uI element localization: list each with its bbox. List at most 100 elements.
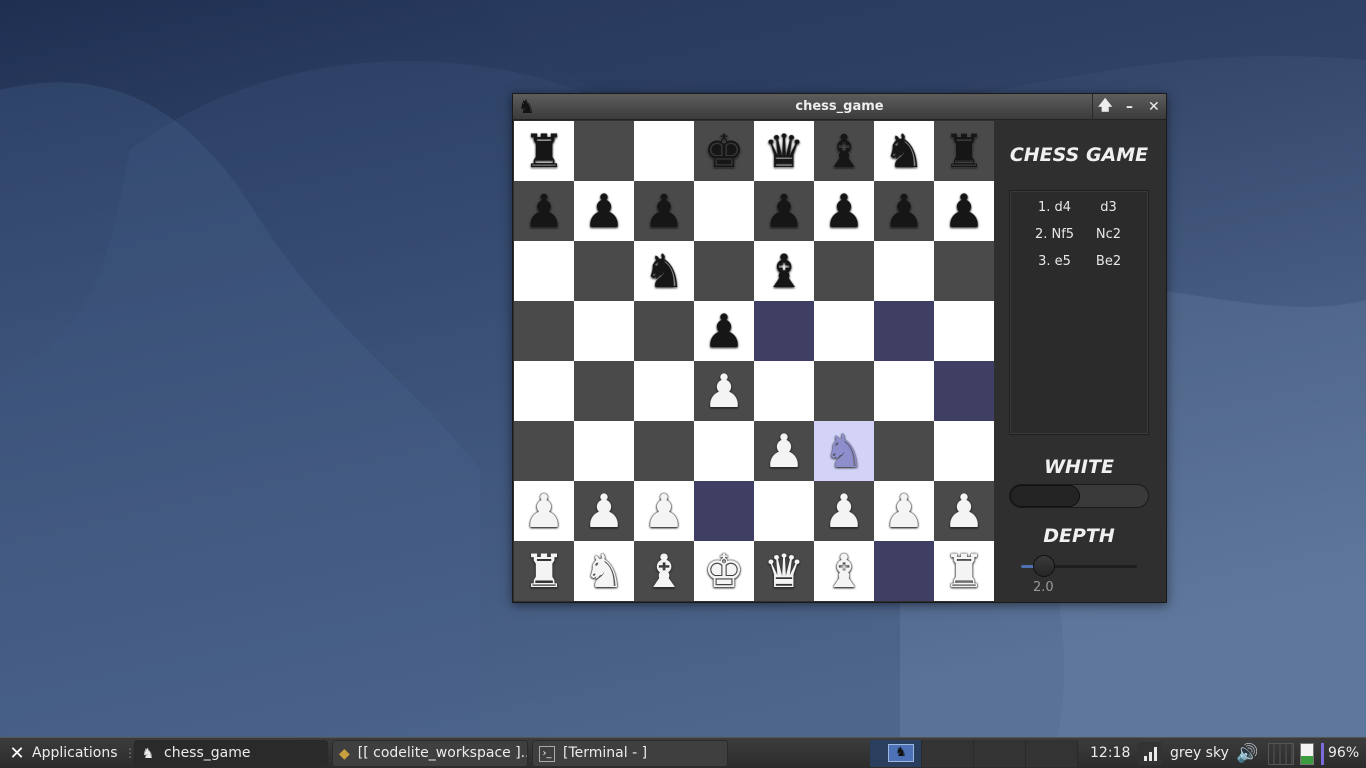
network-icon[interactable]	[1138, 742, 1162, 765]
move-list[interactable]: 1. d4 d3 2. Nf5 Nc2 3. e5 Be2	[1009, 190, 1149, 435]
workspace-1[interactable]: ♞	[870, 740, 922, 767]
square-g8[interactable]: ♞	[874, 121, 934, 181]
white-piece-icon[interactable]: ♜	[523, 548, 564, 594]
black-piece-icon[interactable]: ♟	[823, 188, 864, 234]
square-e6[interactable]: ♝	[754, 241, 814, 301]
chess-game-window[interactable]: ♞ chess_game 🡅 – ✕ ♜ ♚ ♛ ♝ ♞ ♜ ♟ ♟ ♟ ♟ ♟ ♟ ♟ ♞ ♝ ♟ ♟ ♟ ♞ ♟ ♟…	[512, 93, 1167, 603]
white-piece-icon[interactable]: ♜	[943, 548, 984, 594]
clock[interactable]: 12:18	[1090, 738, 1130, 768]
square-d7[interactable]	[694, 181, 754, 241]
square-b5[interactable]	[574, 301, 634, 361]
black-piece-icon[interactable]: ♟	[943, 188, 984, 234]
square-f3[interactable]: ♞	[814, 421, 874, 481]
white-piece-icon[interactable]: ♚	[703, 548, 744, 594]
memory-graph[interactable]	[1300, 743, 1314, 765]
square-c7[interactable]: ♟	[634, 181, 694, 241]
square-d3[interactable]	[694, 421, 754, 481]
black-piece-icon[interactable]: ♟	[763, 188, 804, 234]
black-piece-icon[interactable]: ♝	[763, 248, 804, 294]
square-e2[interactable]	[754, 481, 814, 541]
square-g7[interactable]: ♟	[874, 181, 934, 241]
square-e3[interactable]: ♟	[754, 421, 814, 481]
white-piece-icon[interactable]: ♟	[703, 368, 744, 414]
square-d8[interactable]: ♚	[694, 121, 754, 181]
white-piece-icon[interactable]: ♛	[763, 548, 804, 594]
square-g5[interactable]	[874, 301, 934, 361]
white-piece-icon[interactable]: ♟	[523, 488, 564, 534]
square-b3[interactable]	[574, 421, 634, 481]
square-h3[interactable]	[934, 421, 994, 481]
black-piece-icon[interactable]: ♟	[643, 188, 684, 234]
square-a6[interactable]	[514, 241, 574, 301]
square-h7[interactable]: ♟	[934, 181, 994, 241]
square-c3[interactable]	[634, 421, 694, 481]
black-piece-icon[interactable]: ♝	[823, 128, 864, 174]
depth-slider[interactable]	[1021, 555, 1137, 577]
workspace-switcher[interactable]: ♞	[870, 740, 1078, 767]
white-piece-icon[interactable]: ♟	[883, 488, 924, 534]
square-f6[interactable]	[814, 241, 874, 301]
black-piece-icon[interactable]: ♞	[883, 128, 924, 174]
square-f1[interactable]: ♝	[814, 541, 874, 601]
square-f5[interactable]	[814, 301, 874, 361]
square-c8[interactable]	[634, 121, 694, 181]
square-d6[interactable]	[694, 241, 754, 301]
white-piece-icon[interactable]: ♟	[943, 488, 984, 534]
maximize-button[interactable]: 🡅	[1095, 95, 1115, 119]
task-codelite[interactable]: ◆ [[ codelite_workspace ]...	[332, 740, 528, 767]
player-toggle[interactable]	[1009, 484, 1149, 508]
square-b8[interactable]	[574, 121, 634, 181]
black-piece-icon[interactable]: ♟	[583, 188, 624, 234]
square-a8[interactable]: ♜	[514, 121, 574, 181]
square-a1[interactable]: ♜	[514, 541, 574, 601]
square-g4[interactable]	[874, 361, 934, 421]
square-a7[interactable]: ♟	[514, 181, 574, 241]
square-f7[interactable]: ♟	[814, 181, 874, 241]
square-e8[interactable]: ♛	[754, 121, 814, 181]
square-d5[interactable]: ♟	[694, 301, 754, 361]
black-piece-icon[interactable]: ♜	[943, 128, 984, 174]
volume-icon[interactable]: 🔊	[1236, 738, 1258, 768]
square-b7[interactable]: ♟	[574, 181, 634, 241]
white-piece-icon[interactable]: ♞	[823, 428, 864, 474]
square-c1[interactable]: ♝	[634, 541, 694, 601]
square-h5[interactable]	[934, 301, 994, 361]
square-g3[interactable]	[874, 421, 934, 481]
white-piece-icon[interactable]: ♞	[583, 548, 624, 594]
cpu-graph[interactable]	[1268, 743, 1294, 765]
square-b1[interactable]: ♞	[574, 541, 634, 601]
square-b2[interactable]: ♟	[574, 481, 634, 541]
square-a5[interactable]	[514, 301, 574, 361]
square-f2[interactable]: ♟	[814, 481, 874, 541]
workspace-3[interactable]	[974, 740, 1026, 767]
black-piece-icon[interactable]: ♟	[523, 188, 564, 234]
black-piece-icon[interactable]: ♜	[523, 128, 564, 174]
square-e7[interactable]: ♟	[754, 181, 814, 241]
white-piece-icon[interactable]: ♝	[643, 548, 684, 594]
square-g2[interactable]: ♟	[874, 481, 934, 541]
white-piece-icon[interactable]: ♝	[823, 548, 864, 594]
white-piece-icon[interactable]: ♟	[823, 488, 864, 534]
window-titlebar[interactable]: ♞ chess_game 🡅 – ✕	[513, 94, 1166, 120]
square-c4[interactable]	[634, 361, 694, 421]
square-a4[interactable]	[514, 361, 574, 421]
task-chess-game[interactable]: ♞ chess_game	[134, 740, 328, 767]
battery-percentage[interactable]: 96%	[1328, 738, 1359, 768]
square-h2[interactable]: ♟	[934, 481, 994, 541]
square-c2[interactable]: ♟	[634, 481, 694, 541]
depth-slider-handle[interactable]	[1033, 555, 1056, 577]
square-d4[interactable]: ♟	[694, 361, 754, 421]
chess-board[interactable]: ♜ ♚ ♛ ♝ ♞ ♜ ♟ ♟ ♟ ♟ ♟ ♟ ♟ ♞ ♝ ♟ ♟ ♟ ♞ ♟ ♟ ♟ ♟ ♟ ♟ ♜ ♞ ♝ ♚ ♛ ♝ ♜	[514, 121, 994, 601]
square-g1[interactable]	[874, 541, 934, 601]
square-h8[interactable]: ♜	[934, 121, 994, 181]
square-h4[interactable]	[934, 361, 994, 421]
square-a3[interactable]	[514, 421, 574, 481]
black-piece-icon[interactable]: ♚	[703, 128, 744, 174]
black-piece-icon[interactable]: ♛	[763, 128, 804, 174]
square-f8[interactable]: ♝	[814, 121, 874, 181]
square-e4[interactable]	[754, 361, 814, 421]
square-f4[interactable]	[814, 361, 874, 421]
workspace-2[interactable]	[922, 740, 974, 767]
black-piece-icon[interactable]: ♟	[703, 308, 744, 354]
minimize-button[interactable]: –	[1119, 99, 1139, 115]
